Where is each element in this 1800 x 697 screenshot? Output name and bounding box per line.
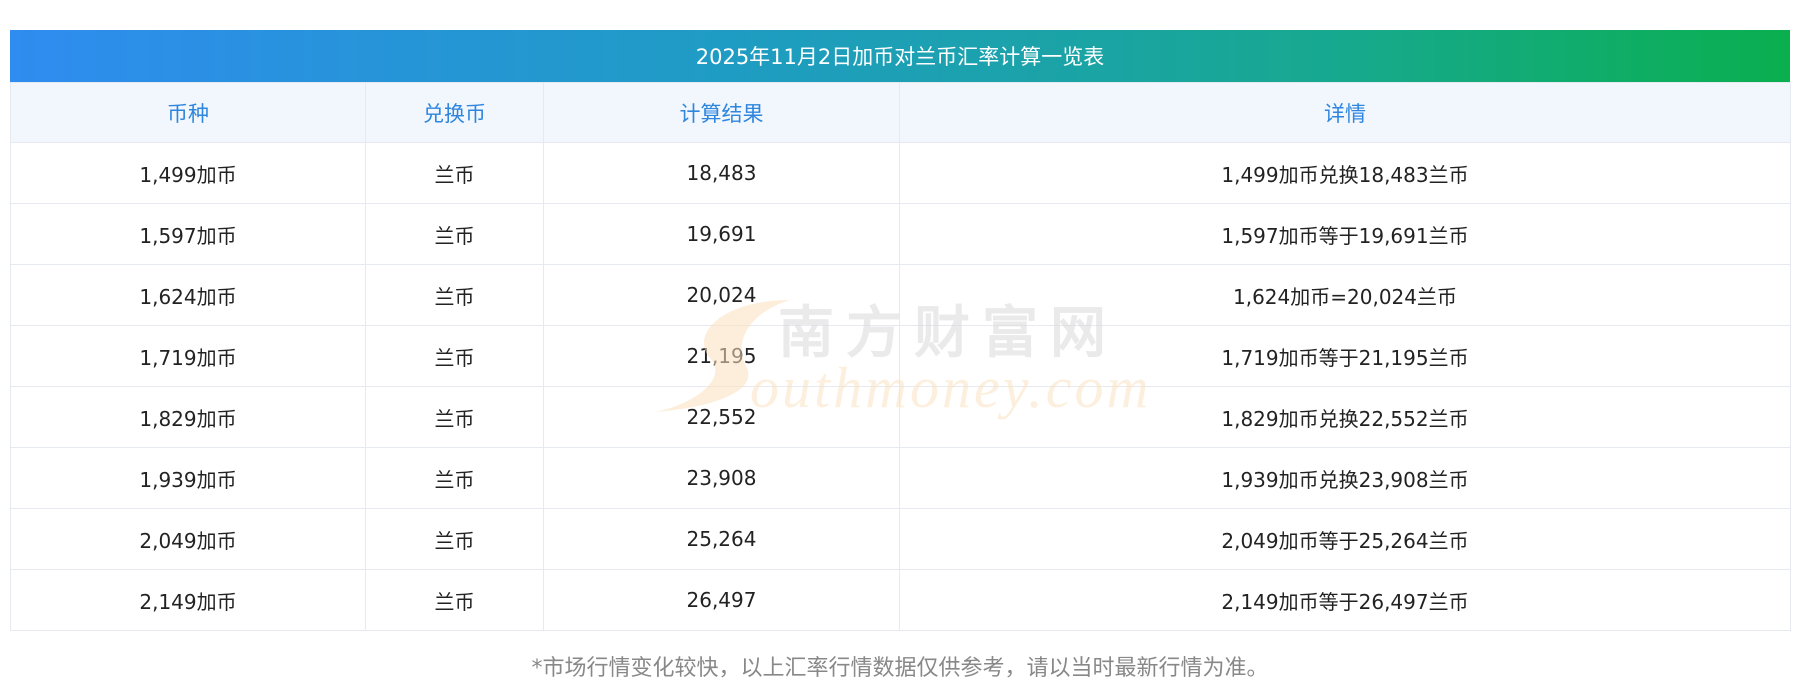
cell-exchange-currency: 兰币 (365, 447, 544, 509)
cell-currency: 1,939加币 (10, 447, 366, 509)
cell-currency: 1,624加币 (10, 264, 366, 326)
cell-exchange-currency: 兰币 (365, 264, 544, 326)
cell-result: 23,908 (543, 447, 900, 509)
cell-result: 20,024 (543, 264, 900, 326)
table-row: 1,829加币 兰币 22,552 1,829加币兑换22,552兰币 (10, 386, 1791, 448)
header-result: 计算结果 (543, 82, 900, 143)
cell-details: 1,939加币兑换23,908兰币 (899, 447, 1791, 509)
cell-result: 25,264 (543, 508, 900, 570)
table-row: 1,939加币 兰币 23,908 1,939加币兑换23,908兰币 (10, 447, 1791, 509)
cell-exchange-currency: 兰币 (365, 508, 544, 570)
cell-exchange-currency: 兰币 (365, 325, 544, 387)
table-row: 2,149加币 兰币 26,497 2,149加币等于26,497兰币 (10, 569, 1791, 631)
cell-result: 26,497 (543, 569, 900, 631)
header-exchange-currency: 兑换币 (365, 82, 544, 143)
table-row: 1,624加币 兰币 20,024 1,624加币=20,024兰币 (10, 264, 1791, 326)
cell-exchange-currency: 兰币 (365, 569, 544, 631)
cell-details: 1,624加币=20,024兰币 (899, 264, 1791, 326)
cell-details: 1,597加币等于19,691兰币 (899, 203, 1791, 265)
cell-currency: 1,719加币 (10, 325, 366, 387)
cell-details: 1,719加币等于21,195兰币 (899, 325, 1791, 387)
disclaimer-footnote: *市场行情变化较快，以上汇率行情数据仅供参考，请以当时最新行情为准。 (531, 656, 1269, 681)
cell-currency: 1,499加币 (10, 142, 366, 204)
table-row: 1,499加币 兰币 18,483 1,499加币兑换18,483兰币 (10, 142, 1791, 204)
rate-table: 币种 兑换币 计算结果 详情 1,499加币 兰币 18,483 1,499加币… (10, 82, 1791, 631)
table-header-row: 币种 兑换币 计算结果 详情 (10, 82, 1791, 143)
cell-details: 2,149加币等于26,497兰币 (899, 569, 1791, 631)
table-row: 1,719加币 兰币 21,195 1,719加币等于21,195兰币 (10, 325, 1791, 387)
cell-currency: 1,829加币 (10, 386, 366, 448)
cell-result: 21,195 (543, 325, 900, 387)
cell-currency: 2,149加币 (10, 569, 366, 631)
cell-details: 2,049加币等于25,264兰币 (899, 508, 1791, 570)
cell-details: 1,829加币兑换22,552兰币 (899, 386, 1791, 448)
cell-exchange-currency: 兰币 (365, 203, 544, 265)
cell-result: 22,552 (543, 386, 900, 448)
header-currency: 币种 (10, 82, 366, 143)
cell-result: 18,483 (543, 142, 900, 204)
cell-exchange-currency: 兰币 (365, 386, 544, 448)
cell-currency: 1,597加币 (10, 203, 366, 265)
header-details: 详情 (899, 82, 1791, 143)
cell-details: 1,499加币兑换18,483兰币 (899, 142, 1791, 204)
table-row: 1,597加币 兰币 19,691 1,597加币等于19,691兰币 (10, 203, 1791, 265)
cell-exchange-currency: 兰币 (365, 142, 544, 204)
cell-result: 19,691 (543, 203, 900, 265)
cell-currency: 2,049加币 (10, 508, 366, 570)
table-row: 2,049加币 兰币 25,264 2,049加币等于25,264兰币 (10, 508, 1791, 570)
table-title: 2025年11月2日加币对兰币汇率计算一览表 (10, 30, 1790, 82)
rate-table-container: 2025年11月2日加币对兰币汇率计算一览表 币种 兑换币 计算结果 详情 1,… (10, 30, 1791, 631)
